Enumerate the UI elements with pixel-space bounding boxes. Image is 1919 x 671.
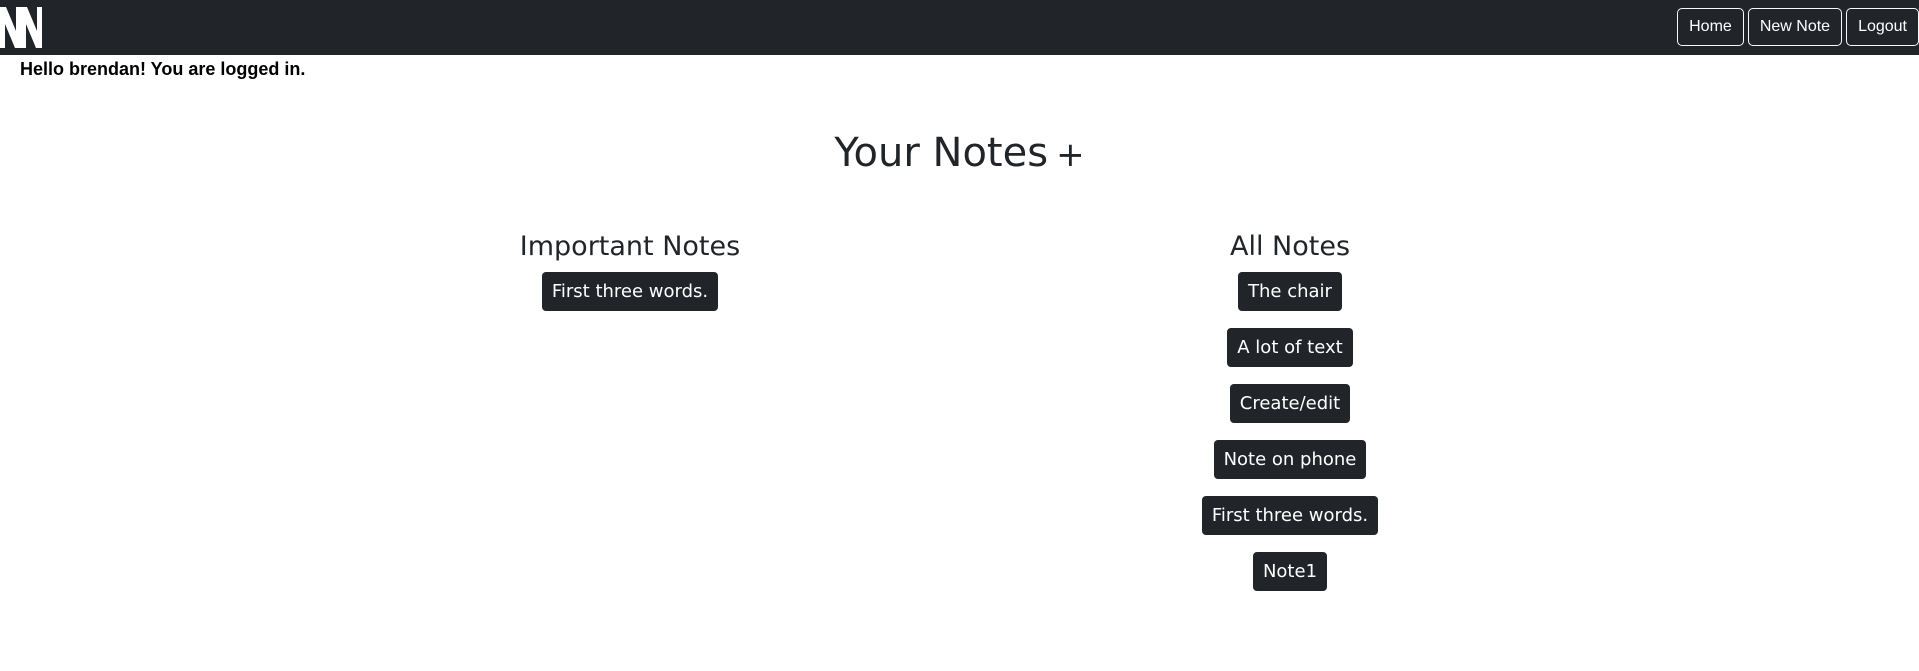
important-notes-list: First three words. — [541, 272, 719, 311]
note-button[interactable]: Note on phone — [1213, 440, 1367, 479]
page-title-text: Your Notes — [834, 130, 1049, 176]
logout-button[interactable]: Logout — [1846, 8, 1919, 46]
all-notes-heading: All Notes — [1229, 231, 1351, 262]
all-notes-section: All Notes The chair A lot of text Create… — [1080, 228, 1500, 591]
new-note-button[interactable]: New Note — [1747, 8, 1843, 46]
nav-button-group: Home New Note Logout — [1677, 8, 1919, 46]
important-note-button[interactable]: First three words. — [541, 272, 719, 311]
note-button[interactable]: The chair — [1238, 272, 1342, 311]
home-button[interactable]: Home — [1677, 8, 1744, 46]
nn-logo-icon[interactable] — [0, 7, 42, 48]
all-notes-list: The chair A lot of text Create/edit Note… — [1201, 272, 1379, 591]
note-button[interactable]: A lot of text — [1227, 328, 1353, 367]
add-note-plus-icon[interactable]: + — [1056, 135, 1085, 175]
important-notes-section: Important Notes First three words. — [420, 228, 840, 311]
important-notes-heading: Important Notes — [519, 231, 741, 262]
page-title: Your Notes + — [0, 130, 1919, 176]
login-greeting: Hello brendan! You are logged in. — [20, 59, 306, 79]
note-button[interactable]: First three words. — [1201, 496, 1379, 535]
note-button[interactable]: Note1 — [1252, 552, 1328, 591]
note-button[interactable]: Create/edit — [1229, 384, 1351, 423]
top-navbar: Home New Note Logout — [0, 0, 1919, 55]
